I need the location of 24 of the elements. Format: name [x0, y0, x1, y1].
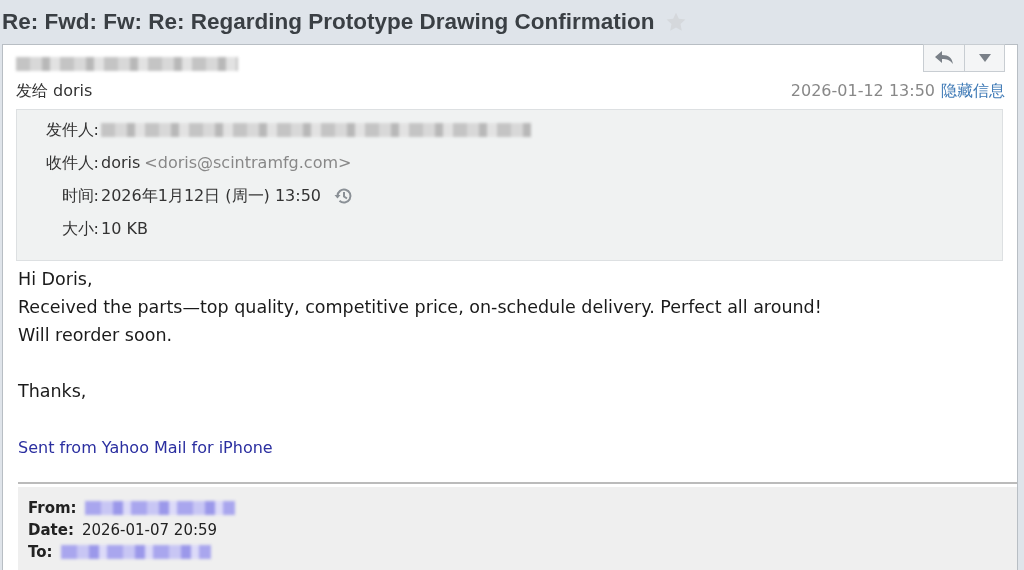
quoted-label: From: — [28, 498, 77, 519]
signature-link[interactable]: Sent from Yahoo Mail for iPhone — [18, 434, 273, 462]
recipient-line: 发给 doris — [16, 81, 94, 102]
detail-value: 2026年1月12日 (周一) 13:50 — [101, 185, 322, 207]
message-paragraph: Thanks, — [18, 380, 88, 403]
caret-icon — [977, 53, 992, 63]
quoted-value: 2026-01-07 20:59 — [81, 520, 218, 541]
quoted-label: To: — [28, 542, 53, 563]
detail-label: 发件人: — [44, 119, 99, 141]
email-subject: Re: Fwd: Fw: Re: Regarding Prototype Drawing Confirmation — [2, 9, 655, 35]
quoted-label: Date: — [28, 520, 74, 541]
more-button[interactable] — [965, 44, 1005, 72]
message-paragraph: Hi Doris, Received the parts—top quality, competitive price, on-schedule delivery. Perfect all around! Will reorder soon. — [18, 268, 823, 347]
detail-label: 时间: — [60, 185, 99, 207]
detail-label: 收件人: — [44, 152, 99, 174]
history-icon[interactable] — [333, 186, 354, 206]
detail-label: 大小: — [60, 218, 99, 240]
hide-details-link[interactable]: 隐藏信息 — [941, 81, 1005, 102]
detail-value: 10 KB — [101, 218, 148, 240]
reply-button[interactable] — [923, 44, 965, 72]
contact-name: doris — [101, 152, 141, 174]
reply-icon — [934, 50, 954, 66]
email-date: 2026-01-12 13:50 — [790, 81, 935, 102]
contact-address: <doris@scintramfg.com> — [144, 152, 352, 174]
